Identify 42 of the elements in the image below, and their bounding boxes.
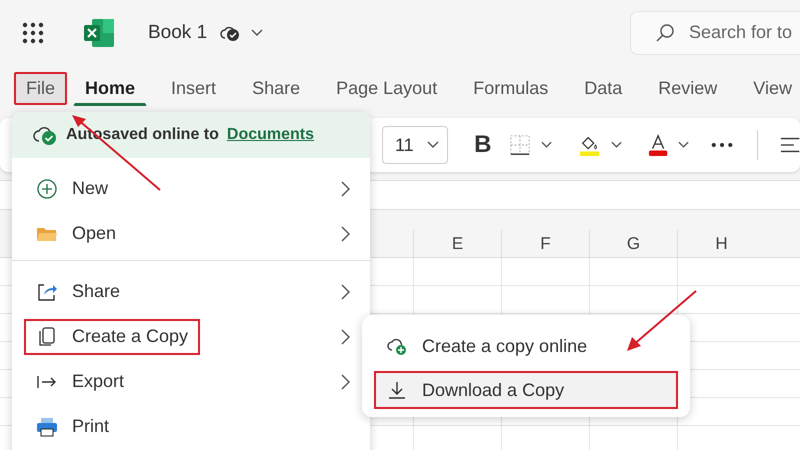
font-color-icon[interactable] bbox=[648, 133, 668, 157]
app-launcher-icon[interactable] bbox=[22, 22, 44, 44]
spreadsheet-logo-icon bbox=[84, 18, 114, 46]
more-icon[interactable] bbox=[710, 142, 733, 148]
chevron-down-icon bbox=[610, 141, 622, 149]
download-icon bbox=[386, 379, 408, 401]
ribbon-tab[interactable]: Page Layout bbox=[324, 72, 450, 105]
chevron-down-icon bbox=[251, 28, 264, 36]
menu-item[interactable]: Download a Copy bbox=[374, 371, 678, 409]
ribbon-tab[interactable]: Home bbox=[73, 72, 148, 106]
chevron-down-icon bbox=[427, 141, 440, 149]
cloud-check-icon bbox=[32, 124, 58, 146]
column-header[interactable]: G bbox=[589, 230, 677, 257]
column-header[interactable]: F bbox=[501, 230, 589, 257]
font-size-dropdown[interactable]: 11 bbox=[382, 126, 448, 164]
column-header[interactable]: H bbox=[677, 230, 765, 257]
plus-circle-icon bbox=[36, 178, 58, 200]
align-icon[interactable] bbox=[780, 136, 800, 154]
annotation-arrow bbox=[626, 290, 698, 352]
borders-icon[interactable] bbox=[509, 133, 532, 157]
printer-icon bbox=[36, 416, 58, 438]
menu-item[interactable]: Print bbox=[24, 408, 122, 444]
menu-item[interactable]: Open bbox=[24, 216, 128, 252]
chevron-down-icon bbox=[541, 141, 553, 149]
ribbon-tab[interactable]: View bbox=[741, 72, 800, 105]
bold-button[interactable]: B bbox=[474, 131, 492, 159]
ribbon-tab[interactable]: Formulas bbox=[461, 72, 560, 105]
menu-item[interactable]: New bbox=[24, 170, 120, 206]
documents-link[interactable]: Documents bbox=[226, 126, 314, 144]
search-icon bbox=[655, 22, 675, 42]
chevron-down-icon bbox=[678, 141, 689, 149]
workbook-title[interactable]: Book 1 bbox=[148, 22, 208, 44]
menu-item[interactable]: Create a Copy bbox=[24, 318, 200, 354]
menu-item[interactable]: Export bbox=[24, 364, 136, 400]
menu-item[interactable]: Share bbox=[24, 274, 132, 310]
search-field[interactable]: Search for to bbox=[630, 10, 800, 54]
ribbon-tab[interactable]: Data bbox=[572, 72, 634, 105]
ribbon-tab[interactable]: Review bbox=[646, 72, 730, 105]
column-header[interactable]: E bbox=[413, 230, 501, 257]
ribbon-tab[interactable]: Share bbox=[240, 72, 312, 105]
ribbon-tab[interactable]: File bbox=[14, 72, 68, 105]
ribbon-tab[interactable]: Insert bbox=[159, 72, 228, 105]
